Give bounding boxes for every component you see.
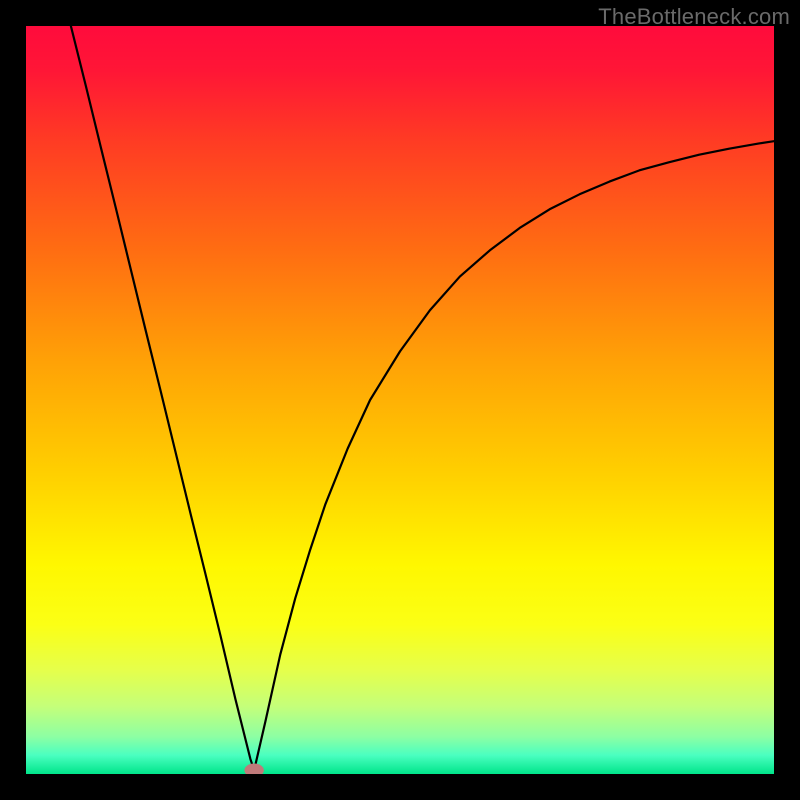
gradient-background bbox=[26, 26, 774, 774]
chart-frame: TheBottleneck.com bbox=[0, 0, 800, 800]
chart-svg bbox=[26, 26, 774, 774]
watermark-text: TheBottleneck.com bbox=[598, 4, 790, 30]
plot-area bbox=[26, 26, 774, 774]
